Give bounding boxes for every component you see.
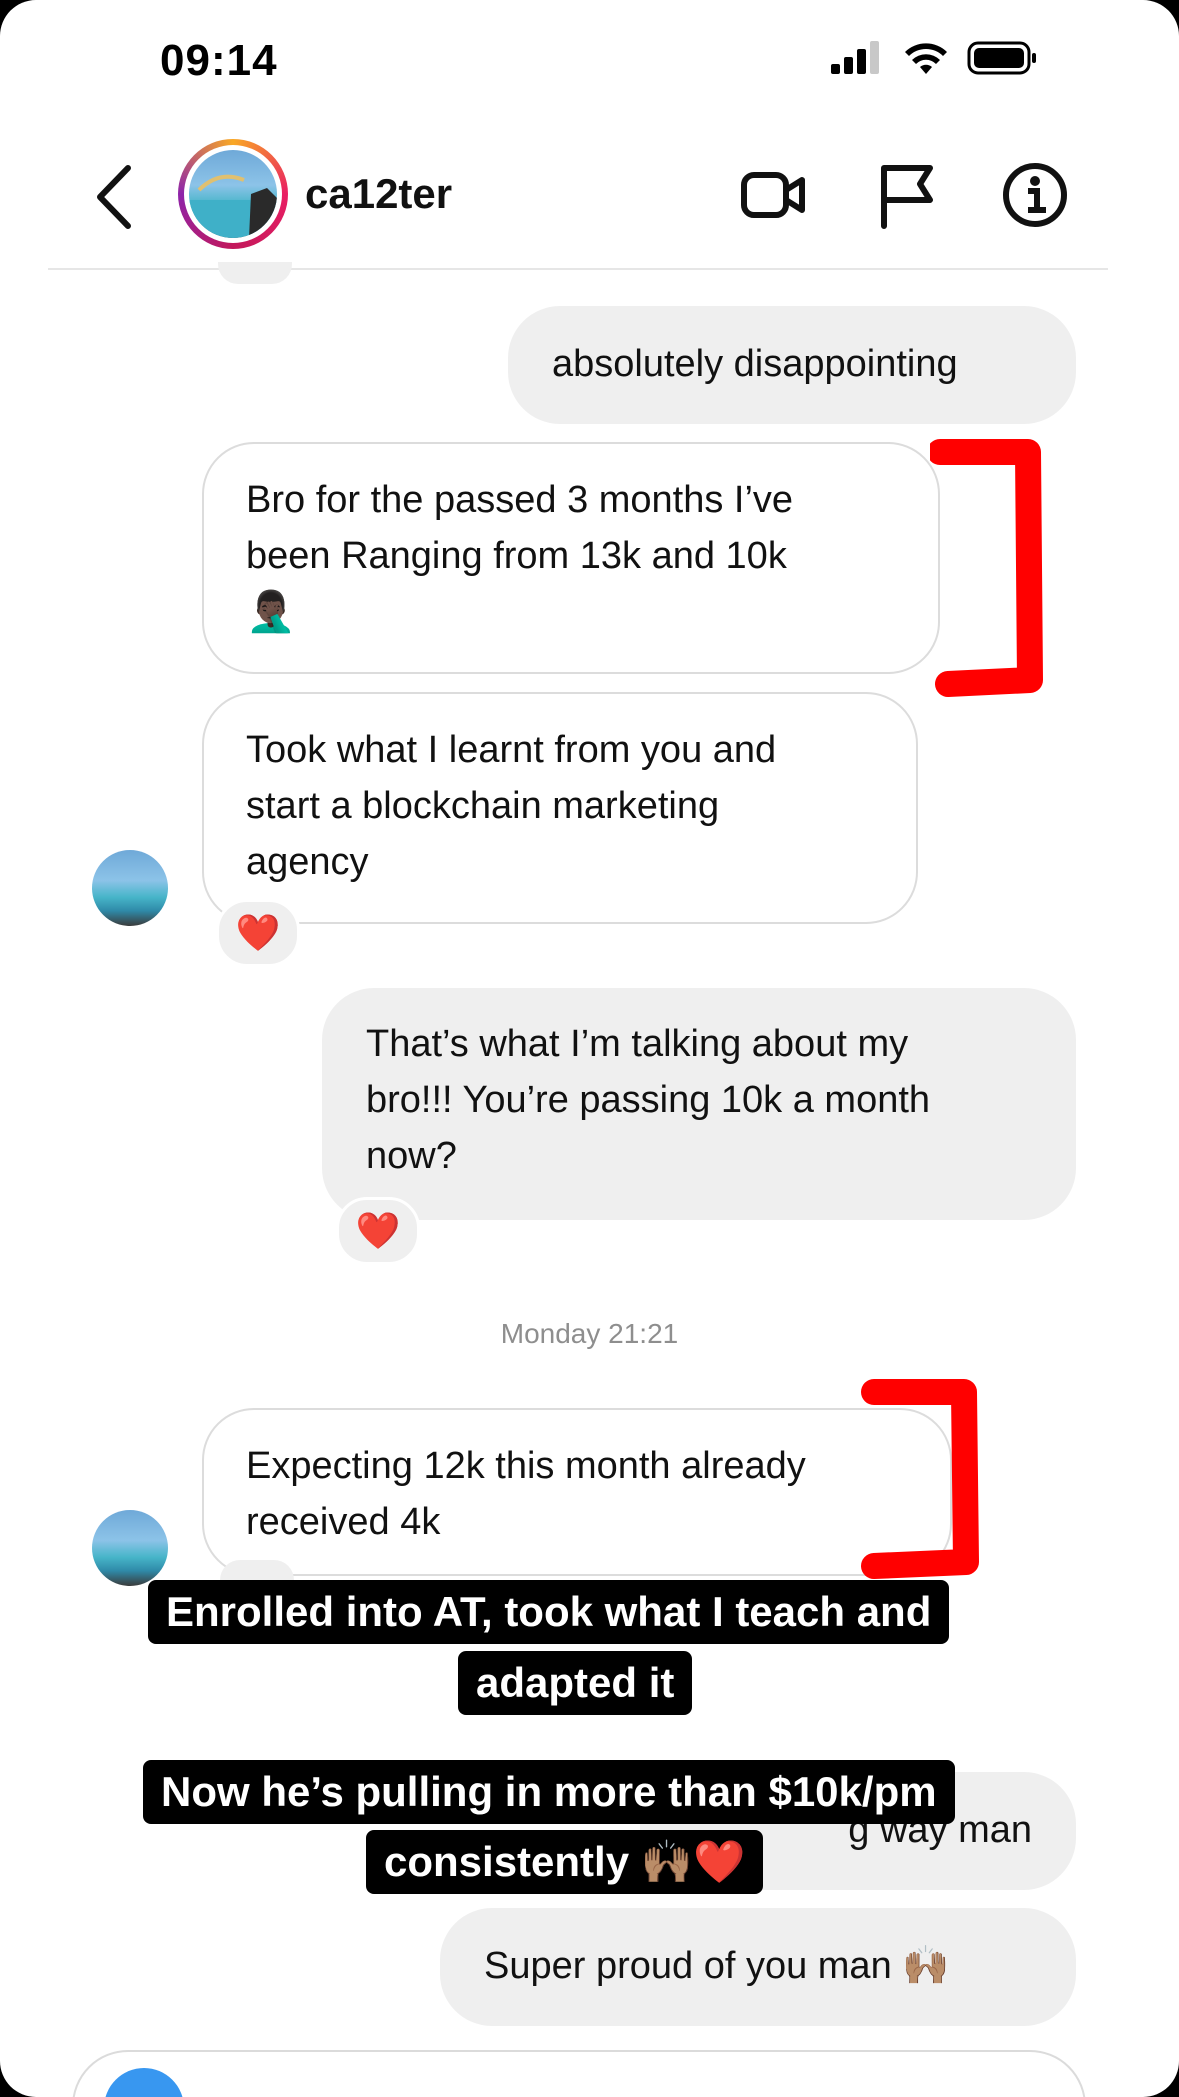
message-text: Super proud of you man 🙌🏽 xyxy=(484,1945,950,1987)
message-text: bro!!! You’re passing 10k a month xyxy=(366,1079,931,1121)
cellular-signal-icon xyxy=(831,41,879,74)
battery-icon xyxy=(967,41,1036,75)
status-time: 09:14 xyxy=(160,36,278,85)
message-incoming[interactable]: Took what I learnt from you and start a … xyxy=(202,692,918,924)
header-divider xyxy=(48,268,1108,270)
heart-reaction[interactable]: ❤️ xyxy=(336,1197,420,1265)
message-text: received 4k xyxy=(246,1501,441,1543)
caption-text: Enrolled into AT, took what I teach and xyxy=(148,1580,950,1644)
message-composer[interactable] xyxy=(72,2050,1086,2097)
message-outgoing[interactable]: Super proud of you man 🙌🏽 xyxy=(440,1908,1076,2026)
message-timestamp: Monday 21:21 xyxy=(500,1318,679,1349)
message-text: now? xyxy=(366,1135,457,1177)
caption-text: Now he’s pulling in more than $10k/pm xyxy=(143,1760,955,1824)
message-outgoing[interactable]: That’s what I’m talking about my bro!!! … xyxy=(322,988,1076,1220)
message-text: been Ranging from 13k and 10k xyxy=(246,535,787,577)
message-outgoing[interactable]: absolutely disappointing xyxy=(508,306,1076,424)
info-icon[interactable] xyxy=(1000,160,1070,230)
dm-screen: 09:14 ca12ter absolutely disappointing B… xyxy=(0,0,1179,2097)
flag-icon[interactable] xyxy=(872,160,942,230)
caption-text: adapted it xyxy=(458,1651,693,1715)
camera-icon[interactable] xyxy=(104,2068,184,2097)
caption-text: consistently 🙌🏽❤️ xyxy=(366,1830,764,1894)
chat-username[interactable]: ca12ter xyxy=(305,170,452,218)
message-incoming[interactable]: Bro for the passed 3 months I’ve been Ra… xyxy=(202,442,940,674)
message-text: absolutely disappointing xyxy=(552,343,958,385)
emoji: 🤦🏿‍♂️ xyxy=(246,590,296,634)
profile-avatar[interactable] xyxy=(178,139,288,249)
message-text: Bro for the passed 3 months I’ve xyxy=(246,479,794,521)
sender-avatar[interactable] xyxy=(92,1510,168,1586)
wifi-icon xyxy=(905,43,947,74)
heart-reaction[interactable]: ❤️ xyxy=(216,899,300,967)
message-text: Took what I learnt from you and xyxy=(246,729,777,771)
status-icons xyxy=(829,40,1039,76)
sender-avatar[interactable] xyxy=(92,850,168,926)
message-incoming[interactable]: Expecting 12k this month already receive… xyxy=(202,1408,952,1576)
red-bracket-annotation xyxy=(861,1379,979,1579)
video-call-icon[interactable] xyxy=(738,160,808,230)
chat-header: ca12ter xyxy=(0,130,1179,270)
heart-icon: ❤️ xyxy=(355,1210,401,1251)
heart-icon: ❤️ xyxy=(235,912,281,953)
red-bracket-annotation xyxy=(930,439,1043,697)
back-chevron-icon[interactable] xyxy=(90,162,140,232)
message-text: agency xyxy=(246,841,369,883)
clipped-reaction xyxy=(218,262,292,284)
message-text: That’s what I’m talking about my xyxy=(366,1023,909,1065)
message-text: Expecting 12k this month already xyxy=(246,1445,806,1487)
message-text: start a blockchain marketing xyxy=(246,785,720,827)
